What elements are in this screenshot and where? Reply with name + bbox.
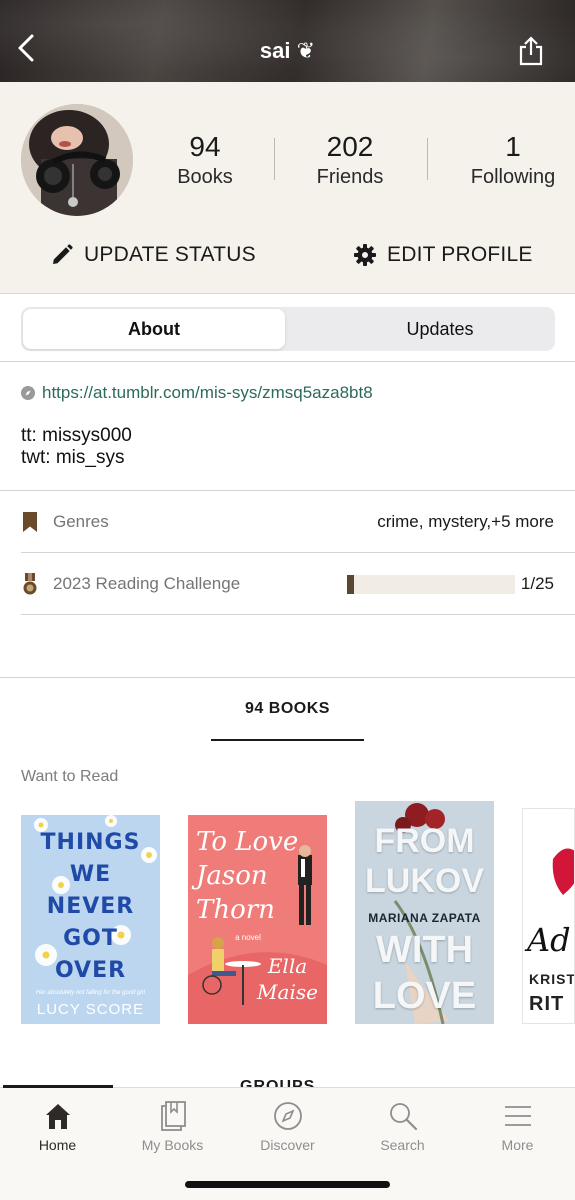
active-tab-indicator xyxy=(3,1085,113,1088)
tab-about[interactable]: About xyxy=(23,309,285,349)
cover-title-line: Thorn xyxy=(196,895,275,925)
cover-author-line: Ella xyxy=(267,954,308,978)
profile-username: sai ❦ xyxy=(259,38,316,63)
bio-line: tt: missys000 xyxy=(21,425,132,446)
update-status-button[interactable]: UPDATE STATUS xyxy=(50,237,256,273)
tab-more-label: More xyxy=(501,1137,534,1153)
tab-my-books[interactable]: My Books xyxy=(115,1095,230,1153)
cover-title-line: Jason xyxy=(196,861,268,891)
book-cover[interactable]: THINGS WE NEVER GOT OVER Her absolutely … xyxy=(21,815,160,1024)
stat-friends-label: Friends xyxy=(316,166,384,188)
stat-books-count: 94 xyxy=(189,131,221,162)
profile-stats: 94 Books 202 Friends 1 Following xyxy=(140,132,575,192)
tab-home[interactable]: Home xyxy=(0,1095,115,1153)
cover-title-fragment: Ad xyxy=(527,921,571,959)
cover-title-line: NEVER xyxy=(46,894,135,919)
cover-title-line: LOVE xyxy=(372,975,477,1017)
gear-icon xyxy=(354,244,376,266)
cover-subtitle: a novel xyxy=(235,933,261,942)
update-status-label: UPDATE STATUS xyxy=(84,243,256,266)
pencil-icon xyxy=(53,244,73,264)
profile-summary: 94 Books 202 Friends 1 Following UPDATE … xyxy=(0,82,575,294)
reading-challenge-label: 2023 Reading Challenge xyxy=(53,574,241,593)
stat-divider xyxy=(427,138,428,180)
divider xyxy=(0,361,575,362)
stat-following[interactable]: 1 Following xyxy=(448,132,575,189)
search-icon xyxy=(389,1103,417,1131)
cover-title-line: FROM xyxy=(374,822,475,860)
cover-title-line: WITH xyxy=(375,929,474,971)
cover-author-fragment: RIT xyxy=(529,993,565,1015)
stat-following-label: Following xyxy=(470,166,556,188)
avatar[interactable] xyxy=(21,104,133,216)
divider xyxy=(21,614,575,615)
books-count-tab[interactable]: 94 BOOKS xyxy=(211,700,364,718)
divider xyxy=(0,490,575,491)
cover-author: LUCY SCORE xyxy=(36,1001,145,1018)
genres-value: crime, mystery,+5 more xyxy=(377,512,554,531)
stat-divider xyxy=(274,138,275,180)
profile-website-url: https://at.tumblr.com/mis-sys/zmsq5aza8b… xyxy=(42,383,373,402)
book-cover[interactable]: To Love Jason Thorn a novel Ella Maise xyxy=(188,815,327,1024)
tab-search[interactable]: Search xyxy=(345,1095,460,1153)
reading-challenge-progress-bar xyxy=(347,575,515,594)
genres-label: Genres xyxy=(53,512,109,531)
book-cover[interactable]: FROM LUKOV MARIANA ZAPATA WITH LOVE xyxy=(355,801,494,1024)
tab-search-label: Search xyxy=(380,1137,425,1153)
cover-tagline: Her absolutely not falling for the good … xyxy=(35,990,146,996)
stat-books[interactable]: 94 Books xyxy=(140,132,270,189)
medal-icon xyxy=(23,573,37,595)
genres-row[interactable]: Genres crime, mystery,+5 more xyxy=(21,507,554,537)
cover-title-line: To Love xyxy=(196,827,299,857)
cover-author-line: Maise xyxy=(257,980,318,1004)
shelf-label: Want to Read xyxy=(21,768,119,785)
compass-icon xyxy=(273,1102,302,1130)
tab-my-books-label: My Books xyxy=(141,1137,204,1153)
books-tab-underline xyxy=(211,739,364,741)
cover-author: MARIANA ZAPATA xyxy=(368,911,481,925)
tab-discover[interactable]: Discover xyxy=(230,1095,345,1153)
cover-title-line: THINGS xyxy=(40,830,141,855)
cover-title-line: OVER xyxy=(54,958,127,983)
divider xyxy=(0,677,575,678)
reading-challenge-progress-text: 1/25 xyxy=(520,574,554,593)
tab-home-label: Home xyxy=(38,1137,77,1153)
stat-friends-count: 202 xyxy=(326,131,374,162)
menu-icon xyxy=(504,1106,531,1126)
profile-website-link[interactable]: https://at.tumblr.com/mis-sys/zmsq5aza8b… xyxy=(21,383,373,403)
edit-profile-button[interactable]: EDIT PROFILE xyxy=(353,237,533,273)
book-cover[interactable]: Ad KRIST RIT xyxy=(522,808,575,1024)
edit-profile-label: EDIT PROFILE xyxy=(387,243,533,266)
cover-author-fragment: KRIST xyxy=(529,971,575,987)
cover-title-line: WE xyxy=(69,862,112,887)
cover-title-line: GOT xyxy=(63,926,118,951)
stat-friends[interactable]: 202 Friends xyxy=(285,132,415,189)
bio-line: twt: mis_sys xyxy=(21,447,125,468)
cover-title-line: LUKOV xyxy=(365,862,484,900)
share-button[interactable] xyxy=(518,36,544,66)
stat-books-label: Books xyxy=(177,166,233,188)
home-indicator xyxy=(185,1181,390,1188)
link-icon xyxy=(21,386,35,400)
home-icon xyxy=(45,1104,70,1129)
reading-challenge-row[interactable]: 2023 Reading Challenge 1/25 xyxy=(21,569,554,599)
bookmark-icon xyxy=(23,512,37,532)
reading-challenge-progress-fill xyxy=(347,575,354,594)
tab-updates[interactable]: Updates xyxy=(309,309,571,349)
profile-bio: tt: missys000 twt: mis_sys xyxy=(21,425,132,469)
tab-discover-label: Discover xyxy=(260,1137,315,1153)
profile-segmented-control: About Updates xyxy=(21,307,555,351)
books-icon xyxy=(160,1101,186,1131)
divider xyxy=(21,552,575,553)
share-icon xyxy=(519,36,543,66)
stat-following-count: 1 xyxy=(505,131,521,162)
tab-more[interactable]: More xyxy=(460,1095,575,1153)
